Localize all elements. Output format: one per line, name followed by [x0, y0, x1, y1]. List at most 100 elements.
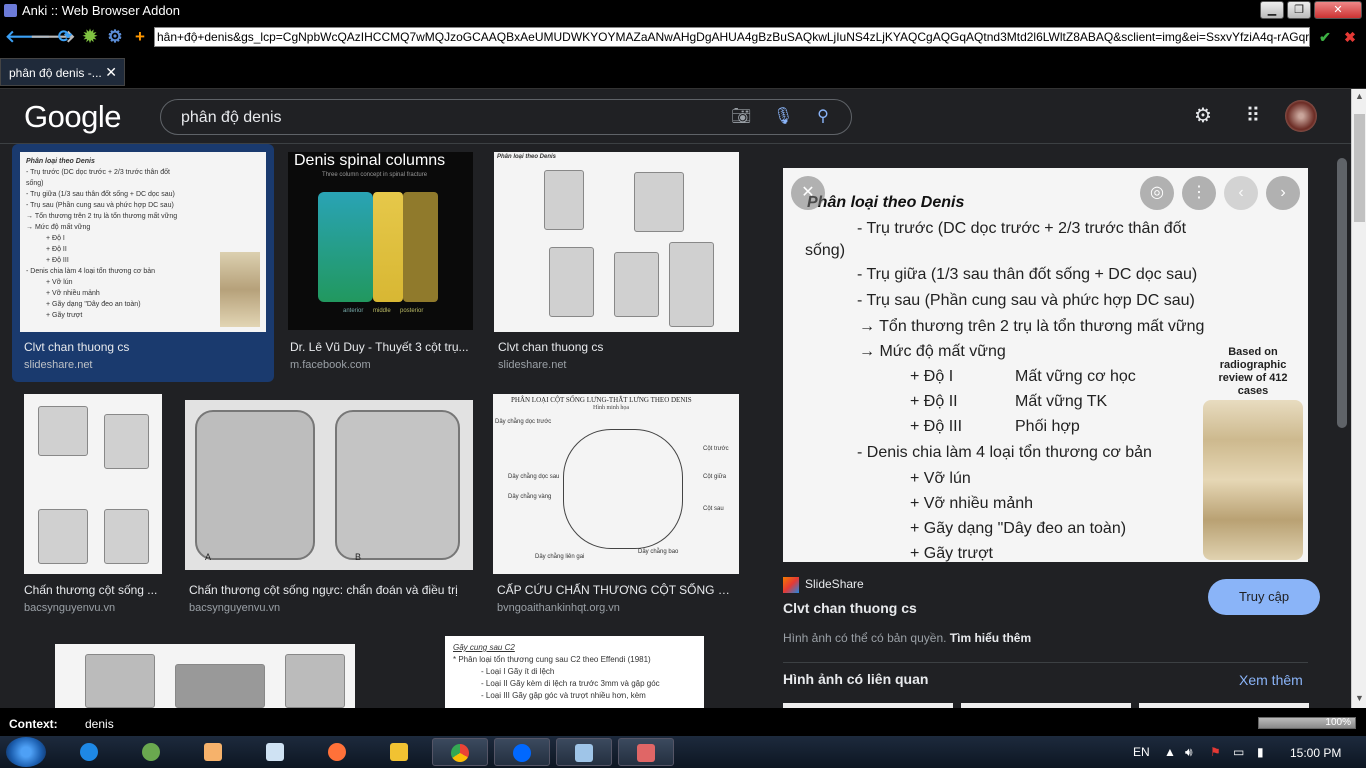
minimize-button[interactable]: ▁ — [1260, 1, 1284, 19]
learn-more-link[interactable]: Tìm hiểu thêm — [950, 631, 1031, 645]
browser-icon — [575, 744, 593, 762]
preview-image[interactable]: Phân loại theo Denis - Trụ trước (DC dọc… — [783, 168, 1308, 562]
preview-title[interactable]: Clvt chan thuong cs — [783, 600, 917, 616]
taskbar-app[interactable] — [124, 738, 180, 766]
taskbar-media[interactable] — [186, 738, 242, 766]
search-box[interactable]: phân độ denis 📷︎ 🎙︎ ⚲ — [160, 99, 852, 135]
slide-line: - Trụ sau (Phần cung sau và phức hợp DC … — [26, 202, 174, 209]
result-title[interactable]: Clvt chan thuong cs — [498, 340, 738, 354]
go-check-icon[interactable]: ✔ — [1315, 27, 1335, 47]
tray-arrow-icon[interactable]: ▲ — [1164, 745, 1176, 759]
more-options-icon[interactable]: ⋮ — [1182, 176, 1216, 210]
result-thumbnail[interactable]: PHÂN LOẠI CỘT SỐNG LƯNG-THẮT LƯNG THEO D… — [493, 394, 739, 574]
visit-button[interactable]: Truy cập — [1208, 579, 1320, 615]
result-card-5[interactable]: A B Chấn thương cột sống ngực: chẩn đoán… — [185, 394, 475, 616]
source-name[interactable]: SlideShare — [805, 577, 864, 591]
result-card-1[interactable]: Phân loại theo Denis - Trụ trước (DC dọc… — [12, 144, 274, 382]
slide-grade: Mất vững cơ học — [1015, 368, 1136, 385]
google-logo[interactable]: Google — [24, 99, 121, 135]
result-card-6[interactable]: PHÂN LOẠI CỘT SỐNG LƯNG-THẮT LƯNG THEO D… — [493, 394, 741, 616]
slide-line: - Trụ giữa (1/3 sau thân đốt sống + DC d… — [857, 266, 1198, 283]
tab-label: phân độ denis -... — [9, 66, 102, 80]
image-caption: PHÂN LOẠI CỘT SỐNG LƯNG-THẮT LƯNG THEO D… — [511, 396, 692, 404]
result-title[interactable]: Clvt chan thuong cs — [24, 340, 264, 354]
result-thumbnail[interactable]: Denis spinal columns Three column concep… — [288, 152, 473, 330]
see-more-link[interactable]: Xem thêm — [1239, 672, 1303, 688]
result-title[interactable]: CẤP CỨU CHẤN THƯƠNG CỘT SỐNG VÀ ... — [497, 583, 737, 597]
app-icon — [142, 743, 160, 761]
camera-icon[interactable]: 📷︎ — [731, 107, 751, 127]
result-thumbnail[interactable] — [24, 394, 162, 574]
result-card-7[interactable] — [55, 644, 355, 708]
result-thumbnail[interactable]: Phân loại theo Denis — [494, 152, 739, 332]
result-title[interactable]: Dr. Lê Vũ Duy - Thuyết 3 cột trụ... — [290, 340, 470, 354]
result-card-2[interactable]: Denis spinal columns Three column concep… — [286, 152, 473, 382]
diagram-shape — [549, 247, 594, 317]
signal-icon[interactable]: ▮ — [1257, 745, 1264, 759]
taskbar-zalo[interactable] — [494, 738, 550, 766]
taskbar-anki[interactable] — [618, 738, 674, 766]
scroll-up-icon[interactable]: ▲ — [1352, 91, 1366, 101]
taskbar-chrome[interactable] — [432, 738, 488, 766]
taskbar-notes[interactable] — [248, 738, 304, 766]
search-icon[interactable]: ⚲ — [813, 107, 833, 127]
anki-icon — [637, 744, 655, 762]
taskbar-ie[interactable] — [62, 738, 118, 766]
tools-icon[interactable]: ⚙ — [105, 27, 125, 47]
url-input[interactable]: hân+độ+denis&gs_lcp=CgNpbWcQAzIHCCMQ7wMQ… — [154, 27, 1310, 47]
tab-close-icon[interactable]: ✕ — [105, 64, 117, 81]
slide-line: sống) — [805, 242, 846, 259]
back-arrow-icon[interactable]: 🡐 — [5, 27, 51, 47]
result-thumbnail[interactable] — [55, 644, 355, 708]
settings-gear-icon[interactable]: ✹ — [80, 27, 100, 47]
page-scrollbar[interactable]: ▲ ▼ — [1351, 89, 1366, 708]
language-indicator[interactable]: EN — [1133, 745, 1150, 759]
close-window-button[interactable]: ✕ — [1314, 1, 1362, 19]
context-label: Context: — [9, 717, 58, 731]
result-card-3[interactable]: Phân loại theo Denis Clvt chan thuong cs… — [494, 152, 740, 382]
battery-icon[interactable]: ▭ — [1233, 745, 1244, 759]
reload-icon[interactable]: ⟳ — [55, 27, 75, 47]
scrollbar-thumb[interactable] — [1337, 158, 1347, 428]
scrollbar-thumb[interactable] — [1354, 114, 1365, 222]
start-button[interactable] — [6, 737, 46, 767]
image-caption: Denis spinal columns — [294, 152, 446, 169]
tab-active[interactable]: phân độ denis -... ✕ — [0, 58, 125, 86]
result-card-8[interactable]: Gãy cung sau C2 * Phân loại tổn thương c… — [445, 636, 705, 708]
maximize-button[interactable]: ❐ — [1287, 1, 1311, 19]
result-thumbnail[interactable]: Phân loại theo Denis - Trụ trước (DC dọc… — [20, 152, 266, 332]
microphone-icon[interactable]: 🎙︎ — [773, 107, 793, 127]
panel-scrollbar[interactable] — [1333, 144, 1351, 708]
result-card-4[interactable]: Chấn thương cột sống ... bacsynguyenvu.v… — [24, 394, 164, 616]
result-title[interactable]: Chấn thương cột sống ... — [24, 583, 162, 597]
address-toolbar: 🡐 🡒 ⟳ ✹ ⚙ + hân+độ+denis&gs_lcp=CgNpbWcQ… — [0, 22, 1366, 52]
settings-icon[interactable]: ⚙ — [1190, 103, 1216, 129]
lens-icon[interactable]: ◎ — [1140, 176, 1174, 210]
search-input[interactable]: phân độ denis — [181, 109, 282, 127]
result-thumbnail[interactable]: A B — [185, 400, 473, 570]
slide-title: Gãy cung sau C2 — [453, 643, 515, 652]
taskbar-anki-browser[interactable] — [556, 738, 612, 766]
taskbar-firefox[interactable] — [310, 738, 366, 766]
diagram-shape — [38, 406, 88, 456]
next-icon[interactable]: › — [1266, 176, 1300, 210]
network-warning-icon[interactable]: ⚑ — [1210, 745, 1221, 759]
slide-line: + Độ III — [910, 418, 963, 435]
forward-arrow-icon[interactable]: 🡒 — [30, 27, 76, 47]
diagram-shape — [38, 509, 88, 564]
zoom-indicator[interactable]: 100% — [1258, 717, 1356, 729]
close-preview-icon[interactable]: ✕ — [791, 176, 825, 210]
result-title[interactable]: Chấn thương cột sống ngực: chẩn đoán và … — [189, 583, 473, 597]
add-icon[interactable]: + — [130, 27, 150, 47]
previous-icon[interactable]: ‹ — [1224, 176, 1258, 210]
clock[interactable]: 15:00 PM — [1290, 746, 1341, 760]
apps-grid-icon[interactable]: ⠿ — [1240, 103, 1266, 129]
stop-icon[interactable]: ✖ — [1340, 27, 1360, 47]
volume-icon[interactable]: 🔊︎ — [1185, 745, 1193, 760]
result-source: slideshare.net — [498, 359, 567, 371]
result-thumbnail[interactable]: Gãy cung sau C2 * Phân loại tổn thương c… — [445, 636, 704, 708]
scroll-down-icon[interactable]: ▼ — [1352, 693, 1366, 703]
taskbar-explorer[interactable] — [372, 738, 428, 766]
avatar[interactable] — [1285, 100, 1317, 132]
slide-line: + Độ I — [910, 368, 954, 385]
